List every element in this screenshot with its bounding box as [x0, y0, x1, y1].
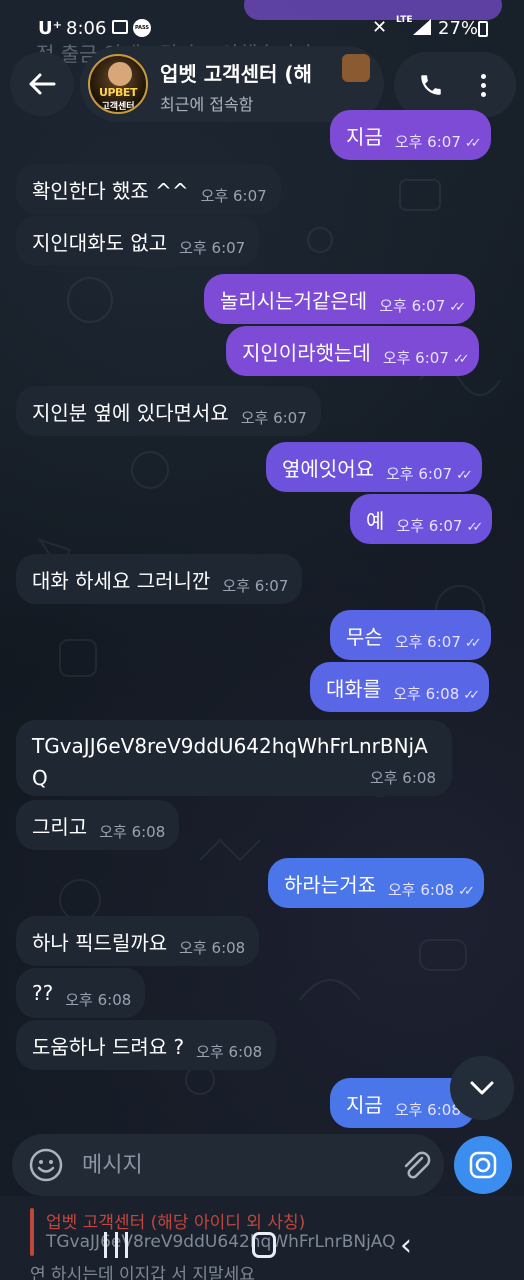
message-bubble-incoming[interactable]: 도움하나 드려요 ? 오후 6:08: [16, 1020, 277, 1070]
double-check-icon: ✓✓: [456, 467, 473, 483]
message-composer: [12, 1134, 444, 1196]
message-text: 무슨: [346, 624, 383, 649]
mute-icon: ✕: [372, 17, 388, 38]
message-bubble-incoming[interactable]: 대화 하세요 그러니깐 오후 6:07: [16, 554, 303, 604]
message-text: 지인분 옆에 있다면서요: [32, 400, 229, 425]
double-check-icon: ✓✓: [449, 299, 466, 315]
chevron-down-icon: [470, 1081, 494, 1095]
message-bubble-incoming[interactable]: 확인한다 했죠 ^^ 오후 6:07: [16, 164, 281, 214]
phone-icon: [421, 75, 441, 95]
double-check-icon: ✓✓: [464, 135, 482, 151]
network-type: LTE: [396, 15, 413, 25]
avatar-brand-sub: 고객센터: [101, 102, 135, 112]
message-time: 오후 6:07: [240, 408, 307, 427]
message-bubble-incoming[interactable]: ?? 오후 6:08: [16, 968, 146, 1018]
chat-header[interactable]: UPBET 고객센터 업벳 고객센터 (해 최근에 접속함: [80, 46, 384, 122]
message-text: 도움하나 드려요 ?: [32, 1034, 185, 1059]
message-bubble-outgoing[interactable]: 하라는거죠 오후 6:08 ✓✓: [268, 858, 484, 908]
last-seen-status: 최근에 접속함: [160, 95, 254, 114]
message-time: 오후 6:07 ✓✓: [379, 296, 466, 315]
battery-percent: 27%: [438, 18, 479, 39]
paperclip-icon[interactable]: [398, 1148, 434, 1184]
message-time: 오후 6:07: [179, 238, 246, 257]
message-bubble-outgoing[interactable]: 무슨 오후 6:07 ✓✓: [330, 610, 491, 660]
emoji-icon[interactable]: [28, 1147, 64, 1183]
message-bubble-outgoing[interactable]: 옆에잇어요 오후 6:07 ✓✓: [266, 442, 482, 492]
message-time: 오후 6:07 ✓✓: [396, 516, 483, 535]
message-bubble-outgoing[interactable]: 예 오후 6:07 ✓✓: [350, 494, 493, 544]
message-text: 예: [366, 508, 385, 533]
message-time: 오후 6:08: [179, 938, 246, 957]
pass-app-icon: PASS: [133, 19, 151, 37]
message-time: 오후 6:08: [196, 1042, 263, 1061]
avatar-brand: UPBET: [99, 86, 137, 99]
message-text: 놀리시는거같은데: [220, 288, 368, 313]
carrier-label: U⁺: [38, 18, 63, 39]
title-emoji-icon: [342, 54, 370, 82]
back-button[interactable]: [10, 52, 74, 116]
recent-apps-button[interactable]: [104, 1232, 128, 1258]
camera-icon: [469, 1151, 497, 1179]
dot-icon: [480, 82, 486, 88]
double-check-icon: ✓✓: [466, 519, 483, 535]
signal-icon: [413, 19, 431, 35]
message-bubble-incoming[interactable]: TGvaJJ6eV8reV9ddU642hqWhFrLnrBNjAQ 오후 6:…: [16, 720, 452, 796]
double-check-icon: ✓✓: [464, 635, 482, 651]
double-check-icon: ✓✓: [463, 687, 480, 703]
home-button[interactable]: [252, 1232, 276, 1258]
message-time: 오후 6:07: [200, 186, 267, 205]
message-time: 오후 6:07: [222, 576, 289, 595]
message-text: ??: [32, 981, 54, 1005]
message-text: 대화를: [326, 676, 382, 701]
double-check-icon: ✓✓: [458, 883, 475, 899]
message-bubble-outgoing[interactable]: 대화를 오후 6:08 ✓✓: [310, 662, 490, 712]
chat-title: 업벳 고객센터 (해: [160, 62, 312, 86]
message-time: 오후 6:08 ✓✓: [393, 684, 480, 703]
message-time: 오후 6:07 ✓✓: [394, 632, 482, 651]
arrow-left-icon: [29, 73, 56, 95]
message-text: 지인대화도 없고: [32, 230, 168, 255]
message-text: 하라는거죠: [284, 872, 376, 897]
system-back-button[interactable]: ‹: [400, 1228, 412, 1263]
dot-icon: [480, 73, 486, 79]
gallery-icon: [112, 20, 128, 34]
status-time: 8:06: [66, 18, 107, 39]
header-actions: [394, 52, 516, 118]
message-time: 오후 6:07 ✓✓: [394, 132, 482, 151]
message-time: 오후 6:07 ✓✓: [382, 348, 470, 367]
more-options-button[interactable]: [458, 60, 508, 110]
message-text: 지금: [346, 1092, 383, 1117]
message-bubble-incoming[interactable]: 하나 픽드릴까요 오후 6:08: [16, 916, 260, 966]
message-bubble-incoming[interactable]: 그리고 오후 6:08: [16, 800, 180, 850]
scroll-to-bottom-button[interactable]: [450, 1056, 514, 1120]
dot-icon: [480, 91, 486, 97]
system-navigation-bar: ‹: [0, 1226, 524, 1266]
avatar[interactable]: UPBET 고객센터: [88, 54, 148, 114]
call-button[interactable]: [406, 60, 456, 110]
message-bubble-outgoing[interactable]: 지금 오후 6:07 ✓✓: [330, 110, 491, 160]
message-time: 오후 6:08: [369, 769, 436, 787]
message-bubble-incoming[interactable]: 지인대화도 없고 오후 6:07: [16, 216, 260, 266]
battery-icon: [478, 21, 488, 37]
message-time: 오후 6:08: [394, 1100, 461, 1119]
message-time: 오후 6:08 ✓✓: [388, 880, 475, 899]
message-time: 오후 6:08: [99, 822, 166, 841]
message-text: 확인한다 했죠 ^^: [32, 178, 189, 203]
message-text: 지금: [346, 124, 383, 149]
message-text: 대화 하세요 그러니깐: [32, 568, 211, 593]
message-time: 오후 6:07 ✓✓: [386, 464, 473, 483]
message-bubble-outgoing[interactable]: 놀리시는거같은데 오후 6:07 ✓✓: [204, 274, 476, 324]
message-text: 하나 픽드릴까요: [32, 930, 168, 955]
message-text: 지인이라햇는데: [242, 340, 371, 365]
message-text: 옆에잇어요: [282, 456, 374, 481]
message-bubble-incoming[interactable]: 지인분 옆에 있다면서요 오후 6:07: [16, 386, 321, 436]
camera-button[interactable]: [454, 1136, 512, 1194]
message-time: 오후 6:08: [65, 990, 132, 1009]
avatar-face: [108, 62, 132, 86]
message-input[interactable]: [82, 1148, 382, 1182]
message-text: 그리고: [32, 814, 88, 839]
double-check-icon: ✓✓: [452, 351, 470, 367]
message-bubble-outgoing[interactable]: 지인이라햇는데 오후 6:07 ✓✓: [226, 326, 479, 376]
